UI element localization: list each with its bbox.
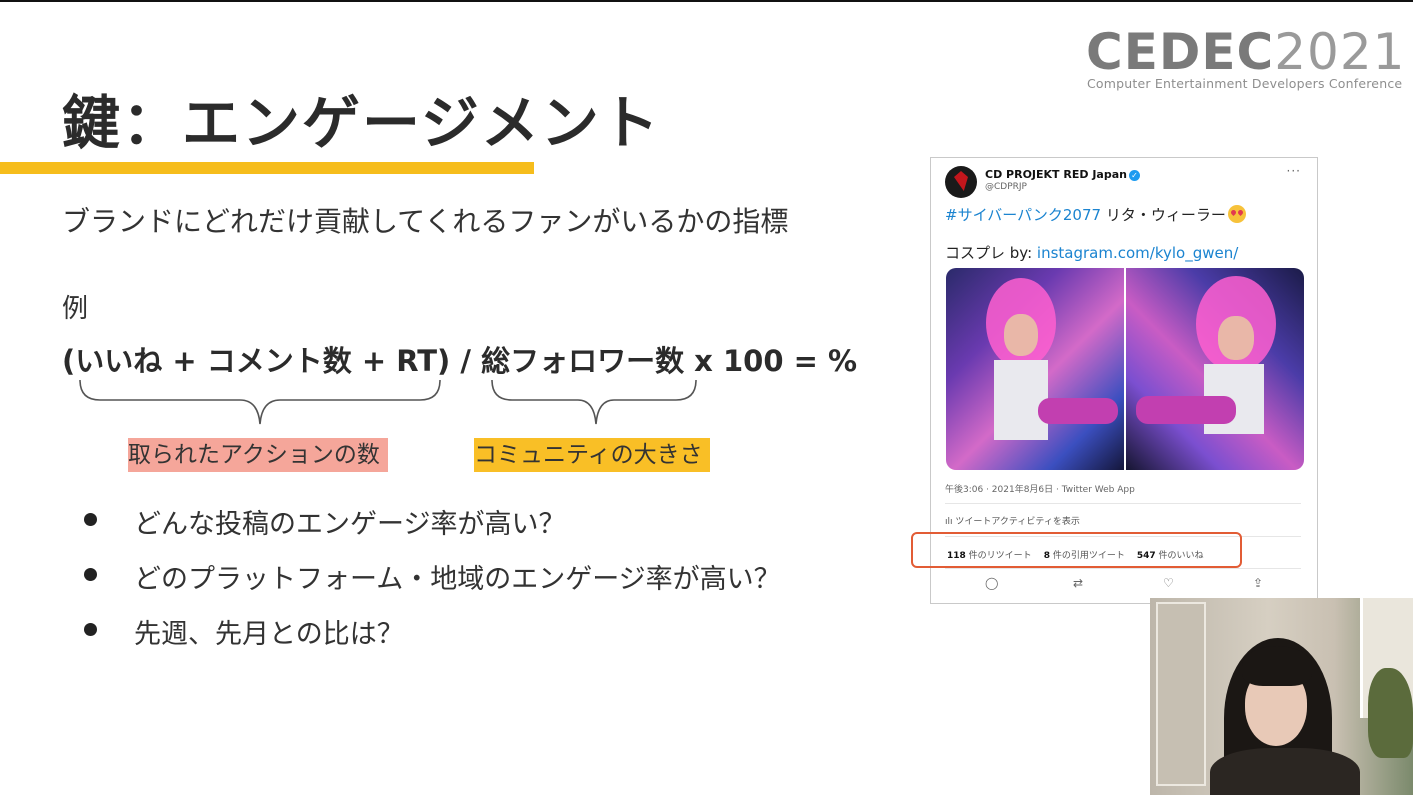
bullet-dot bbox=[84, 568, 97, 581]
brace-community bbox=[491, 379, 697, 425]
list-item: 先週、先月との比は？ bbox=[84, 612, 781, 667]
instagram-link[interactable]: instagram.com/kylo_gwen/ bbox=[1037, 244, 1238, 262]
verified-badge-icon: ✓ bbox=[1128, 169, 1140, 181]
more-options-icon[interactable]: ··· bbox=[1287, 164, 1301, 178]
list-item-text: どんな投稿のエンゲージ率が高い？ bbox=[134, 509, 566, 540]
tweet-text-line2: コスプレ by: instagram.com/kylo_gwen/ bbox=[945, 242, 1238, 263]
account-name[interactable]: CD PROJEKT RED Japan ✓ bbox=[985, 168, 1140, 181]
stats-highlight-box bbox=[911, 532, 1242, 568]
photo-face bbox=[1218, 316, 1254, 360]
list-item: どのプラットフォーム・地域のエンゲージ率が高い？ bbox=[84, 557, 781, 612]
presenter-bangs bbox=[1242, 646, 1312, 686]
bullet-dot bbox=[84, 623, 97, 636]
tweet-activity-link[interactable]: ılı ツイートアクティビティを表示 bbox=[945, 514, 1080, 527]
question-list: どんな投稿のエンゲージ率が高い？ どのプラットフォーム・地域のエンゲージ率が高い… bbox=[84, 502, 781, 667]
tweet-text-line1: #サイバーパンク2077 リタ・ウィーラー bbox=[945, 204, 1246, 225]
presenter-webcam bbox=[1150, 598, 1413, 795]
webcam-door bbox=[1156, 602, 1206, 786]
share-icon[interactable]: ⇪ bbox=[1253, 576, 1263, 590]
account-name-text: CD PROJEKT RED Japan bbox=[985, 168, 1127, 181]
tweet-photo-left[interactable] bbox=[946, 268, 1124, 470]
bullet-dot bbox=[84, 513, 97, 526]
photo-arm bbox=[1038, 398, 1118, 424]
reply-icon[interactable]: ◯ bbox=[985, 576, 998, 590]
list-item-text: どのプラットフォーム・地域のエンゲージ率が高い？ bbox=[134, 564, 781, 595]
account-handle[interactable]: @CDPRJP bbox=[985, 182, 1027, 192]
retweet-icon[interactable]: ⇄ bbox=[1073, 576, 1083, 590]
community-size-label: コミュニティの大きさ bbox=[474, 438, 710, 472]
photo-arm bbox=[1136, 396, 1236, 424]
brace-actions bbox=[79, 379, 441, 425]
tweet-actions: ◯ ⇄ ♡ ⇪ bbox=[931, 576, 1317, 596]
cdpr-logo-icon bbox=[954, 171, 968, 191]
cosplay-credit-text: コスプレ by: bbox=[945, 244, 1037, 262]
heart-eyes-emoji-icon bbox=[1227, 205, 1246, 223]
webcam-plant bbox=[1368, 668, 1413, 758]
photo-outfit bbox=[994, 360, 1048, 440]
divider bbox=[945, 568, 1301, 569]
list-item: どんな投稿のエンゲージ率が高い？ bbox=[84, 502, 781, 557]
tweet-photo-right[interactable] bbox=[1126, 268, 1304, 470]
divider bbox=[945, 503, 1301, 504]
account-avatar[interactable] bbox=[945, 166, 977, 198]
tweet-text-name: リタ・ウィーラー bbox=[1101, 206, 1226, 224]
hashtag-link[interactable]: #サイバーパンク2077 bbox=[945, 206, 1101, 224]
tweet-timestamp[interactable]: 午後3:06 · 2021年8月6日 · Twitter Web App bbox=[945, 482, 1135, 495]
photo-face bbox=[1004, 314, 1038, 356]
actions-count-label: 取られたアクションの数 bbox=[128, 438, 388, 472]
presenter-body bbox=[1210, 748, 1360, 795]
list-item-text: 先週、先月との比は？ bbox=[134, 619, 404, 650]
like-icon[interactable]: ♡ bbox=[1163, 576, 1174, 590]
